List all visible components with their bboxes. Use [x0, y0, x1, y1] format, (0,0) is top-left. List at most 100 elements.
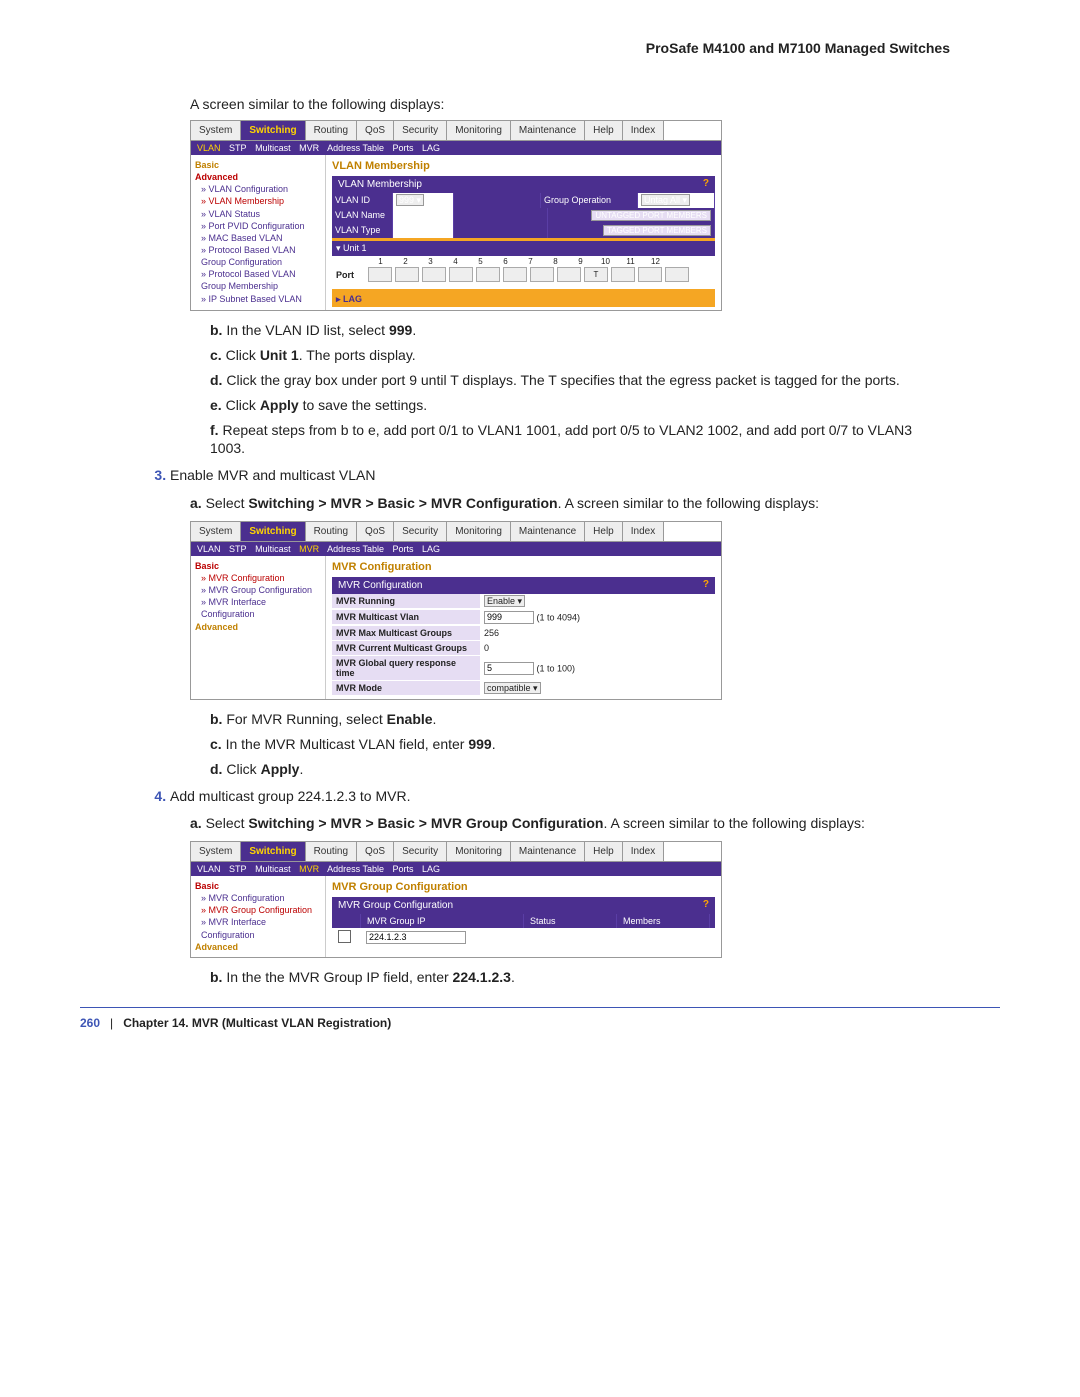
port-2[interactable] [395, 267, 419, 282]
port-7[interactable] [530, 267, 554, 282]
tab-system[interactable]: System [191, 522, 241, 541]
port-10[interactable] [611, 267, 635, 282]
sidebar-item-mvr-config[interactable]: » MVR Configuration [201, 572, 321, 584]
port-4[interactable] [449, 267, 473, 282]
subtab-ports[interactable]: Ports [393, 544, 414, 554]
mvr-group-ip-input[interactable] [366, 931, 466, 944]
subtab-lag[interactable]: LAG [422, 864, 440, 874]
tab-maintenance[interactable]: Maintenance [511, 121, 585, 140]
tab-switching[interactable]: Switching [241, 121, 305, 140]
tab-maintenance[interactable]: Maintenance [511, 522, 585, 541]
subtab-multicast[interactable]: Multicast [255, 143, 291, 153]
sidebar-item-ip-subnet[interactable]: » IP Subnet Based VLAN [201, 293, 321, 305]
subtab-mvr[interactable]: MVR [299, 143, 319, 153]
port-1[interactable] [368, 267, 392, 282]
port-3[interactable] [422, 267, 446, 282]
mvr-multicast-vlan-input[interactable] [484, 611, 534, 624]
vlan-id-select[interactable]: 999 ▾ [396, 194, 424, 206]
vlan-name-value: mVlan [393, 208, 454, 223]
sidebar-item-protocol-group-config[interactable]: » Protocol Based VLAN Group Configuratio… [201, 244, 321, 268]
tab-routing[interactable]: Routing [306, 522, 357, 541]
mvr-mode-select[interactable]: compatible ▾ [484, 682, 541, 694]
unit-bar[interactable]: ▾ Unit 1 [332, 241, 715, 256]
sidebar-item-vlan-membership[interactable]: » VLAN Membership [201, 195, 321, 207]
port-9[interactable]: T [584, 267, 608, 282]
help-icon[interactable]: ? [703, 579, 709, 590]
subtab-lag[interactable]: LAG [422, 143, 440, 153]
help-icon[interactable]: ? [703, 899, 709, 910]
port-12[interactable] [665, 267, 689, 282]
subtab-vlan[interactable]: VLAN [197, 143, 221, 153]
tab-security[interactable]: Security [394, 121, 447, 140]
lag-bar[interactable]: ▸ LAG [332, 292, 715, 307]
sidebar-item-protocol-group-membership[interactable]: » Protocol Based VLAN Group Membership [201, 268, 321, 292]
tab-qos[interactable]: QoS [357, 121, 394, 140]
tab-switching[interactable]: Switching [241, 522, 305, 541]
sidebar-item-mac-based[interactable]: » MAC Based VLAN [201, 232, 321, 244]
tab-maintenance[interactable]: Maintenance [511, 842, 585, 861]
subtab-multicast[interactable]: Multicast [255, 864, 291, 874]
port-5[interactable] [476, 267, 500, 282]
subtab-vlan[interactable]: VLAN [197, 544, 221, 554]
subtab-ports[interactable]: Ports [393, 864, 414, 874]
vlan-type-value: Static [393, 223, 454, 238]
sidebar-cat-basic[interactable]: Basic [195, 159, 321, 171]
sidebar-cat-basic[interactable]: Basic [195, 880, 321, 892]
tab-qos[interactable]: QoS [357, 842, 394, 861]
tab-security[interactable]: Security [394, 842, 447, 861]
subtab-address-table[interactable]: Address Table [327, 143, 384, 153]
tagged-members-button[interactable]: TAGGED PORT MEMBERS [603, 225, 711, 236]
sidebar-cat-advanced[interactable]: Advanced [195, 941, 321, 953]
tab-monitoring[interactable]: Monitoring [447, 522, 511, 541]
doc-header-title: ProSafe M4100 and M7100 Managed Switches [130, 40, 950, 56]
sidebar-cat-advanced[interactable]: Advanced [195, 621, 321, 633]
subtab-stp[interactable]: STP [229, 864, 247, 874]
sidebar-cat-basic[interactable]: Basic [195, 560, 321, 572]
tab-monitoring[interactable]: Monitoring [447, 121, 511, 140]
subtab-mvr[interactable]: MVR [299, 544, 319, 554]
subtab-vlan[interactable]: VLAN [197, 864, 221, 874]
sidebar-item-mvr-group-config[interactable]: » MVR Group Configuration [201, 904, 321, 916]
mvr-query-time-input[interactable] [484, 662, 534, 675]
help-icon[interactable]: ? [703, 178, 709, 189]
tab-system[interactable]: System [191, 842, 241, 861]
subtab-mvr[interactable]: MVR [299, 864, 319, 874]
sidebar-item-mvr-interface[interactable]: » MVR Interface Configuration [201, 596, 321, 620]
tab-index[interactable]: Index [623, 842, 664, 861]
subtab-multicast[interactable]: Multicast [255, 544, 291, 554]
tab-help[interactable]: Help [585, 522, 623, 541]
sidebar-item-vlan-status[interactable]: » VLAN Status [201, 208, 321, 220]
subtab-stp[interactable]: STP [229, 544, 247, 554]
tab-security[interactable]: Security [394, 522, 447, 541]
untagged-members-button[interactable]: UNTAGGED PORT MEMBERS [591, 210, 711, 221]
tab-index[interactable]: Index [623, 522, 664, 541]
tab-qos[interactable]: QoS [357, 522, 394, 541]
tab-help[interactable]: Help [585, 121, 623, 140]
sidebar-item-mvr-config[interactable]: » MVR Configuration [201, 892, 321, 904]
sidebar-cat-advanced[interactable]: Advanced [195, 171, 321, 183]
sidebar-item-vlan-config[interactable]: » VLAN Configuration [201, 183, 321, 195]
sidebar-item-mvr-interface[interactable]: » MVR Interface Configuration [201, 916, 321, 940]
subtab-lag[interactable]: LAG [422, 544, 440, 554]
port-11[interactable] [638, 267, 662, 282]
port-6[interactable] [503, 267, 527, 282]
tab-switching[interactable]: Switching [241, 842, 305, 861]
tab-monitoring[interactable]: Monitoring [447, 842, 511, 861]
tab-routing[interactable]: Routing [306, 121, 357, 140]
subtab-ports[interactable]: Ports [393, 143, 414, 153]
row-checkbox[interactable] [338, 930, 351, 943]
group-op-select[interactable]: Untag All ▾ [641, 194, 690, 206]
subtab-stp[interactable]: STP [229, 143, 247, 153]
tab-system[interactable]: System [191, 121, 241, 140]
sidebar-item-mvr-group-config[interactable]: » MVR Group Configuration [201, 584, 321, 596]
sidebar-item-port-pvid[interactable]: » Port PVID Configuration [201, 220, 321, 232]
subtab-address-table[interactable]: Address Table [327, 544, 384, 554]
port-numbers: 123456789101112 [332, 256, 715, 266]
subtab-address-table[interactable]: Address Table [327, 864, 384, 874]
port-8[interactable] [557, 267, 581, 282]
tab-routing[interactable]: Routing [306, 842, 357, 861]
mvr-running-select[interactable]: Enable ▾ [484, 595, 525, 607]
tab-index[interactable]: Index [623, 121, 664, 140]
step-3c: c. In the MVR Multicast VLAN field, ente… [210, 735, 950, 754]
tab-help[interactable]: Help [585, 842, 623, 861]
